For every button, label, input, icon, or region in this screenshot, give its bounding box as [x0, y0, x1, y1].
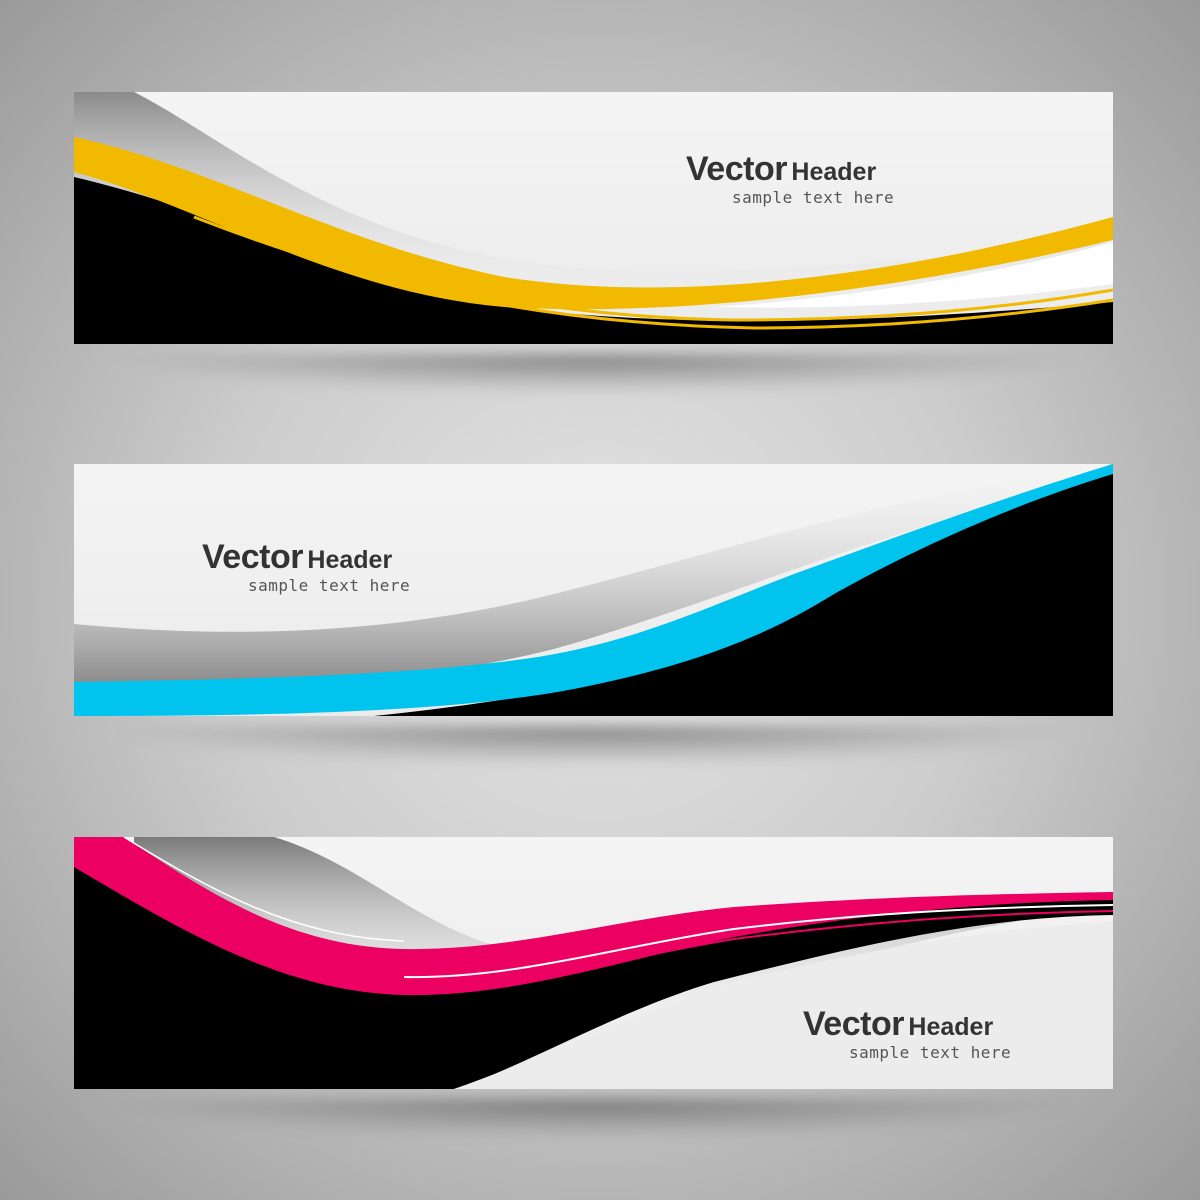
banner-drop-shadow — [104, 1099, 1083, 1139]
banner-drop-shadow — [104, 726, 1083, 766]
banner-subtitle: sample text here — [732, 188, 895, 207]
banner-headline: Vector Header sample text here — [686, 152, 894, 207]
banner-title: Vector Header — [686, 152, 894, 186]
title-word-header: Header — [307, 546, 393, 574]
banner-card: Vector Header sample text here — [74, 837, 1113, 1089]
banner-headline: Vector Header sample text here — [202, 540, 410, 595]
yellow-wave-graphic — [74, 92, 1113, 344]
title-word-header: Header — [908, 1013, 994, 1041]
banner-drop-shadow — [104, 354, 1083, 394]
title-word-vector: Vector — [202, 538, 303, 576]
banner-cyan: Vector Header sample text here — [74, 464, 1113, 766]
banner-subtitle: sample text here — [849, 1043, 1012, 1062]
banner-subtitle: sample text here — [248, 576, 411, 595]
banner-card: Vector Header sample text here — [74, 92, 1113, 344]
banner-magenta: Vector Header sample text here — [74, 837, 1113, 1139]
banner-yellow: Vector Header sample text here — [74, 92, 1113, 394]
title-word-vector: Vector — [803, 1005, 904, 1043]
title-word-vector: Vector — [686, 150, 787, 188]
banner-title: Vector Header — [202, 540, 410, 574]
banner-headline: Vector Header sample text here — [803, 1007, 1011, 1062]
banner-card: Vector Header sample text here — [74, 464, 1113, 716]
title-word-header: Header — [791, 158, 877, 186]
banner-title: Vector Header — [803, 1007, 1011, 1041]
